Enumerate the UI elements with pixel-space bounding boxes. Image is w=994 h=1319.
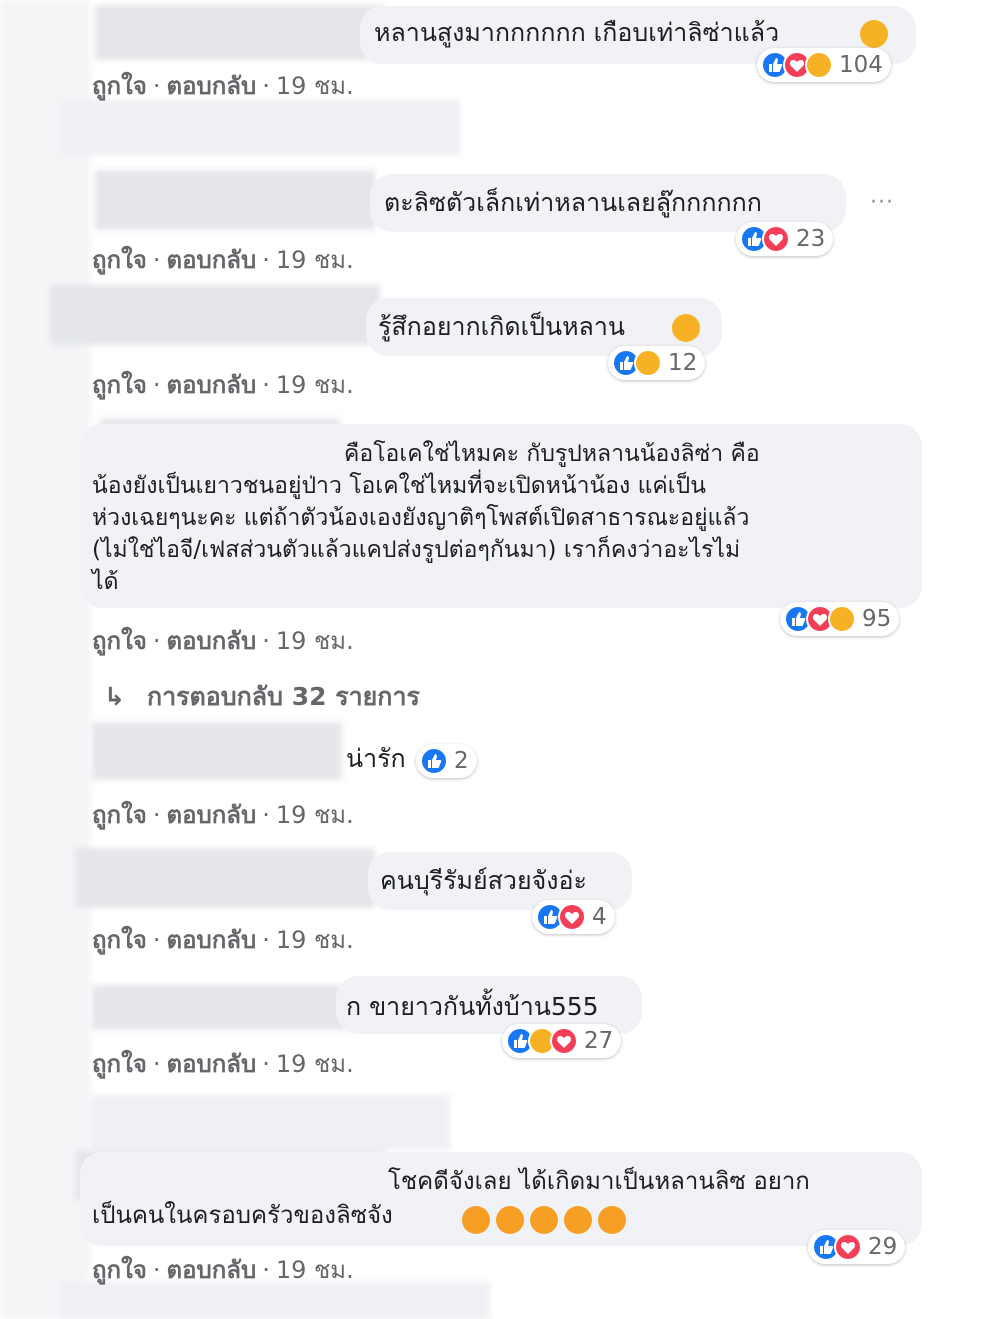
reaction-summary[interactable]: 29 [808, 1230, 906, 1264]
reaction-count: 2 [454, 748, 469, 774]
comment-text: คือโอเคใช่ไหมคะ กับรูปหลานน้องลิซ่า คือ … [92, 441, 760, 595]
reaction-summary[interactable]: 4 [532, 900, 615, 934]
comment-actions: ถูกใจ · ตอบกลับ · 19 ชม. [92, 627, 354, 655]
reply-link[interactable]: ตอบกลับ [166, 371, 256, 399]
like-link[interactable]: ถูกใจ [92, 926, 147, 954]
view-replies-link[interactable]: ↳ การตอบกลับ 32 รายการ [104, 677, 420, 717]
timestamp[interactable]: 19 ชม. [276, 72, 354, 100]
reply-link[interactable]: ตอบกลับ [166, 801, 256, 829]
comment-actions: ถูกใจ · ตอบกลับ · 19 ชม. [92, 926, 354, 954]
love-reaction-icon [558, 903, 586, 931]
like-link[interactable]: ถูกใจ [92, 801, 147, 829]
reaction-summary[interactable]: 104 [757, 48, 891, 82]
timestamp[interactable]: 19 ชม. [276, 1256, 354, 1284]
blurred-region [0, 0, 90, 1319]
comment-actions: ถูกใจ · ตอบกลับ · 19 ชม. [92, 801, 354, 829]
blurred-name [95, 170, 375, 230]
reply-link[interactable]: ตอบกลับ [166, 1050, 256, 1078]
like-link[interactable]: ถูกใจ [92, 627, 147, 655]
comment-text: น่ารัก [346, 744, 406, 773]
comment-actions: ถูกใจ · ตอบกลับ · 19 ชม. [92, 246, 354, 274]
reaction-count: 23 [796, 226, 826, 252]
like-reaction-icon [420, 747, 448, 775]
reaction-count: 27 [584, 1028, 614, 1054]
comment-actions: ถูกใจ · ตอบกลับ · 19 ชม. [92, 1256, 354, 1284]
smiling-hearts-emoji-icon [496, 1206, 524, 1234]
timestamp[interactable]: 19 ชม. [276, 1050, 354, 1078]
haha-reaction-icon [828, 605, 856, 633]
comment-text: รู้สึกอยากเกิดเป็นหลาน [378, 312, 626, 341]
reply-link[interactable]: ตอบกลับ [166, 627, 256, 655]
timestamp[interactable]: 19 ชม. [276, 371, 354, 399]
reaction-summary[interactable]: 23 [736, 222, 834, 256]
timestamp[interactable]: 19 ชม. [276, 926, 354, 954]
timestamp[interactable]: 19 ชม. [276, 627, 354, 655]
laughing-emoji-icon [672, 314, 700, 342]
reaction-count: 29 [868, 1234, 898, 1260]
heart-eyes-emoji-icon [860, 20, 888, 48]
smiling-hearts-emoji-icon [530, 1206, 558, 1234]
timestamp[interactable]: 19 ชม. [276, 246, 354, 274]
love-reaction-icon [762, 225, 790, 253]
reaction-count: 12 [668, 350, 698, 376]
more-options-icon[interactable]: ··· [870, 190, 894, 215]
blurred-name [92, 722, 342, 780]
reaction-count: 104 [839, 52, 883, 78]
like-link[interactable]: ถูกใจ [92, 246, 147, 274]
blurred-name [60, 100, 460, 155]
reply-link[interactable]: ตอบกลับ [166, 246, 256, 274]
reply-arrow-icon: ↳ [104, 682, 125, 711]
comment-actions: ถูกใจ · ตอบกลับ · 19 ชม. [92, 371, 354, 399]
reaction-summary[interactable]: 95 [780, 602, 900, 636]
reaction-count: 95 [862, 606, 892, 632]
haha-reaction-icon [805, 51, 833, 79]
like-link[interactable]: ถูกใจ [92, 1050, 147, 1078]
like-link[interactable]: ถูกใจ [92, 1256, 147, 1284]
smiling-hearts-emoji-icon [564, 1206, 592, 1234]
blurred-name [90, 1095, 450, 1150]
reaction-summary[interactable]: 27 [502, 1024, 622, 1058]
view-replies-label: การตอบกลับ 32 รายการ [146, 682, 420, 711]
blurred-name [50, 285, 380, 345]
timestamp[interactable]: 19 ชม. [276, 801, 354, 829]
smiling-hearts-emoji-icon [598, 1206, 626, 1234]
smiling-hearts-emoji-icon [462, 1206, 490, 1234]
comment-text: หลานสูงมากกกกกก เกือบเท่าลิซ่าแล้ว [374, 18, 780, 47]
haha-reaction-icon [634, 349, 662, 377]
reaction-count: 4 [592, 904, 607, 930]
smiling-hearts-emoji-icons [462, 1204, 626, 1237]
reaction-summary[interactable]: 12 [608, 346, 706, 380]
comment-text: ก ขายาวกันทั้งบ้าน555 [346, 992, 599, 1021]
reply-link[interactable]: ตอบกลับ [166, 72, 256, 100]
blurred-name [95, 5, 385, 60]
comment-text: ตะลิซตัวเล็กเท่าหลานเลยลู๊กกกกกก [384, 188, 762, 217]
reaction-summary[interactable]: 2 [416, 744, 477, 778]
comment-bubble: โชคดีจังเลย ได้เกิดมาเป็นหลานลิซ อยาก เป… [80, 1152, 922, 1246]
love-reaction-icon [834, 1233, 862, 1261]
like-link[interactable]: ถูกใจ [92, 72, 147, 100]
blurred-name [92, 985, 347, 1030]
comment-actions: ถูกใจ · ตอบกลับ · 19 ชม. [92, 1050, 354, 1078]
comment-bubble: คือโอเคใช่ไหมคะ กับรูปหลานน้องลิซ่า คือ … [80, 424, 922, 608]
love-reaction-icon [550, 1027, 578, 1055]
reply-link[interactable]: ตอบกลับ [166, 926, 256, 954]
comment-text: คนบุรีรัมย์สวยจังอ่ะ [380, 866, 587, 895]
comment-actions: ถูกใจ · ตอบกลับ · 19 ชม. [92, 72, 354, 100]
reply-link[interactable]: ตอบกลับ [166, 1256, 256, 1284]
blurred-name [75, 848, 375, 908]
like-link[interactable]: ถูกใจ [92, 371, 147, 399]
